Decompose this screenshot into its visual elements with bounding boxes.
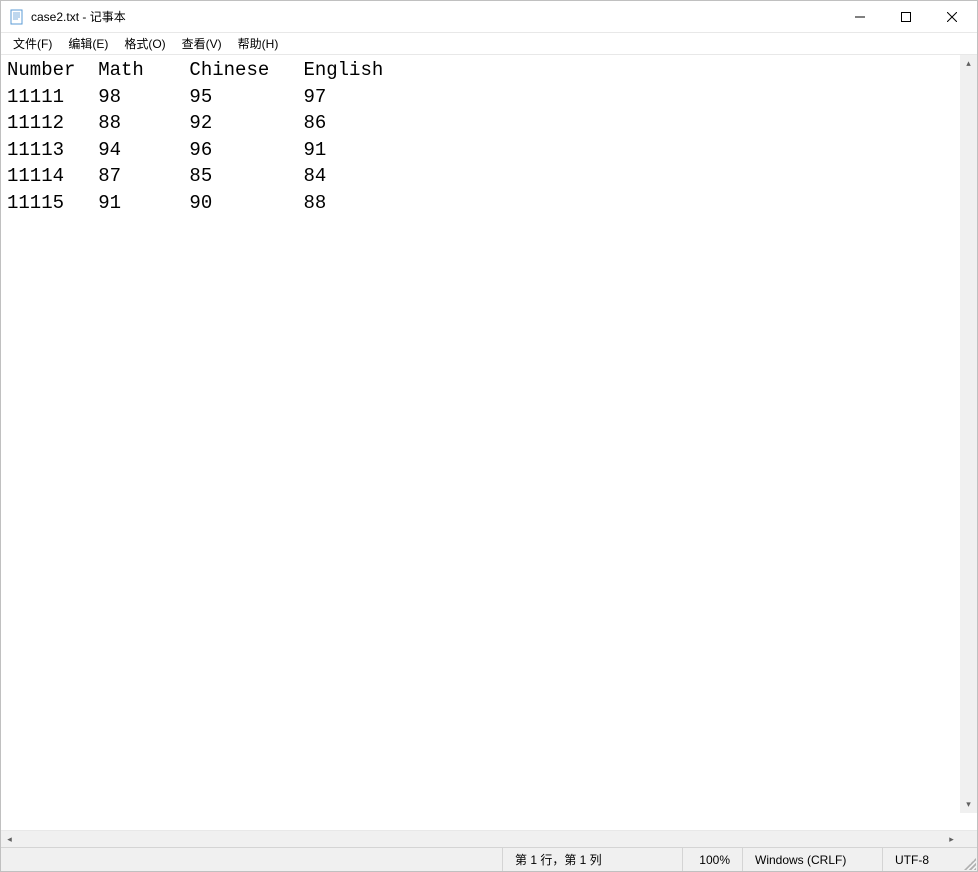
menu-file[interactable]: 文件(F) [5, 33, 60, 54]
scroll-down-icon[interactable]: ▾ [960, 796, 977, 813]
status-encoding: UTF-8 [882, 848, 977, 871]
close-button[interactable] [929, 2, 975, 32]
text-editor[interactable]: Number Math Chinese English 11111 98 95 … [1, 55, 977, 830]
vertical-scrollbar[interactable]: ▴ ▾ [960, 55, 977, 813]
maximize-button[interactable] [883, 2, 929, 32]
scroll-left-icon[interactable]: ◂ [1, 831, 18, 847]
menu-format[interactable]: 格式(O) [116, 33, 173, 54]
horizontal-scrollbar[interactable]: ◂ ▸ [1, 830, 977, 847]
hscroll-track[interactable] [18, 831, 943, 847]
content-wrapper: Number Math Chinese English 11111 98 95 … [1, 55, 977, 830]
status-zoom: 100% [682, 848, 742, 871]
statusbar: 第 1 行，第 1 列 100% Windows (CRLF) UTF-8 [1, 847, 977, 871]
status-line-ending: Windows (CRLF) [742, 848, 882, 871]
menu-edit[interactable]: 编辑(E) [60, 33, 116, 54]
minimize-button[interactable] [837, 2, 883, 32]
window-title: case2.txt - 记事本 [31, 8, 837, 25]
window-controls [837, 1, 975, 32]
menu-help[interactable]: 帮助(H) [230, 33, 287, 54]
notepad-icon [9, 9, 25, 25]
scroll-up-icon[interactable]: ▴ [960, 55, 977, 72]
scrollbar-corner [960, 831, 977, 847]
menubar: 文件(F) 编辑(E) 格式(O) 查看(V) 帮助(H) [1, 33, 977, 55]
vscroll-track[interactable] [960, 72, 977, 796]
status-position: 第 1 行，第 1 列 [502, 848, 682, 871]
titlebar: case2.txt - 记事本 [1, 1, 977, 33]
menu-view[interactable]: 查看(V) [174, 33, 230, 54]
scroll-right-icon[interactable]: ▸ [943, 831, 960, 847]
